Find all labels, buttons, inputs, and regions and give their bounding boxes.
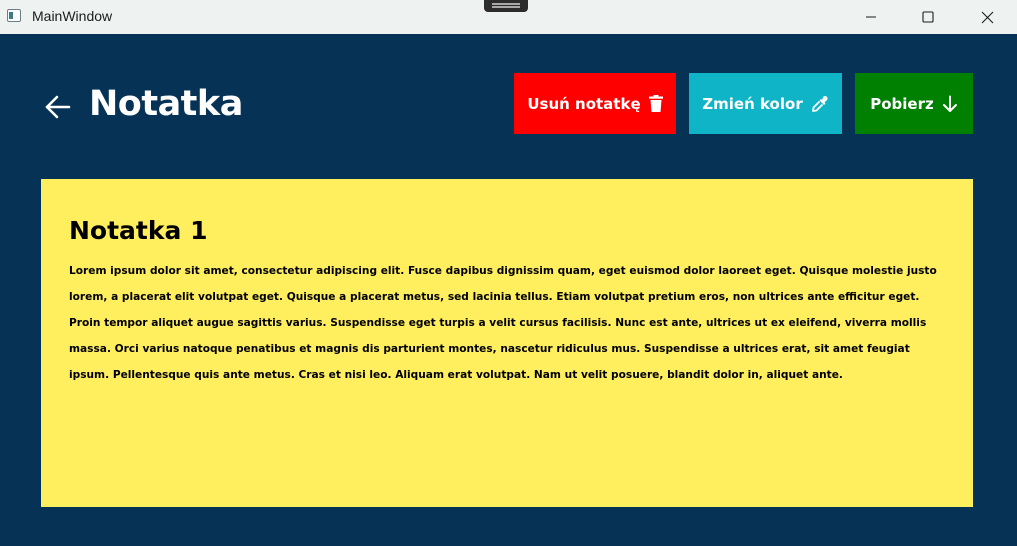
back-button[interactable] <box>43 92 73 122</box>
minimize-button[interactable] <box>848 0 894 34</box>
download-label: Pobierz <box>870 94 934 113</box>
window-title: MainWindow <box>32 8 113 24</box>
change-color-label: Zmień kolor <box>702 94 803 113</box>
arrow-left-icon <box>45 95 71 119</box>
main-window: MainWindow Notatka Usuń notatkę Zmień ko… <box>0 0 1017 546</box>
snap-layout-handle[interactable] <box>484 0 528 12</box>
download-button[interactable]: Pobierz <box>855 73 973 134</box>
note-card: Notatka 1 Lorem ipsum dolor sit amet, co… <box>41 179 973 507</box>
page-title: Notatka <box>89 84 243 124</box>
change-color-button[interactable]: Zmień kolor <box>689 73 842 134</box>
note-title: Notatka 1 <box>69 216 208 245</box>
eyedropper-icon <box>811 95 828 112</box>
note-body: Lorem ipsum dolor sit amet, consectetur … <box>69 265 937 381</box>
app-icon <box>7 9 21 22</box>
close-button[interactable] <box>964 0 1010 34</box>
minimize-icon <box>866 16 876 18</box>
title-bar[interactable]: MainWindow <box>0 0 1017 34</box>
delete-note-button[interactable]: Usuń notatkę <box>514 73 676 134</box>
maximize-icon <box>922 11 934 23</box>
close-icon <box>981 11 993 23</box>
delete-note-label: Usuń notatkę <box>527 94 641 113</box>
maximize-button[interactable] <box>905 0 951 34</box>
arrow-down-icon <box>942 95 957 112</box>
trash-icon <box>648 95 663 112</box>
